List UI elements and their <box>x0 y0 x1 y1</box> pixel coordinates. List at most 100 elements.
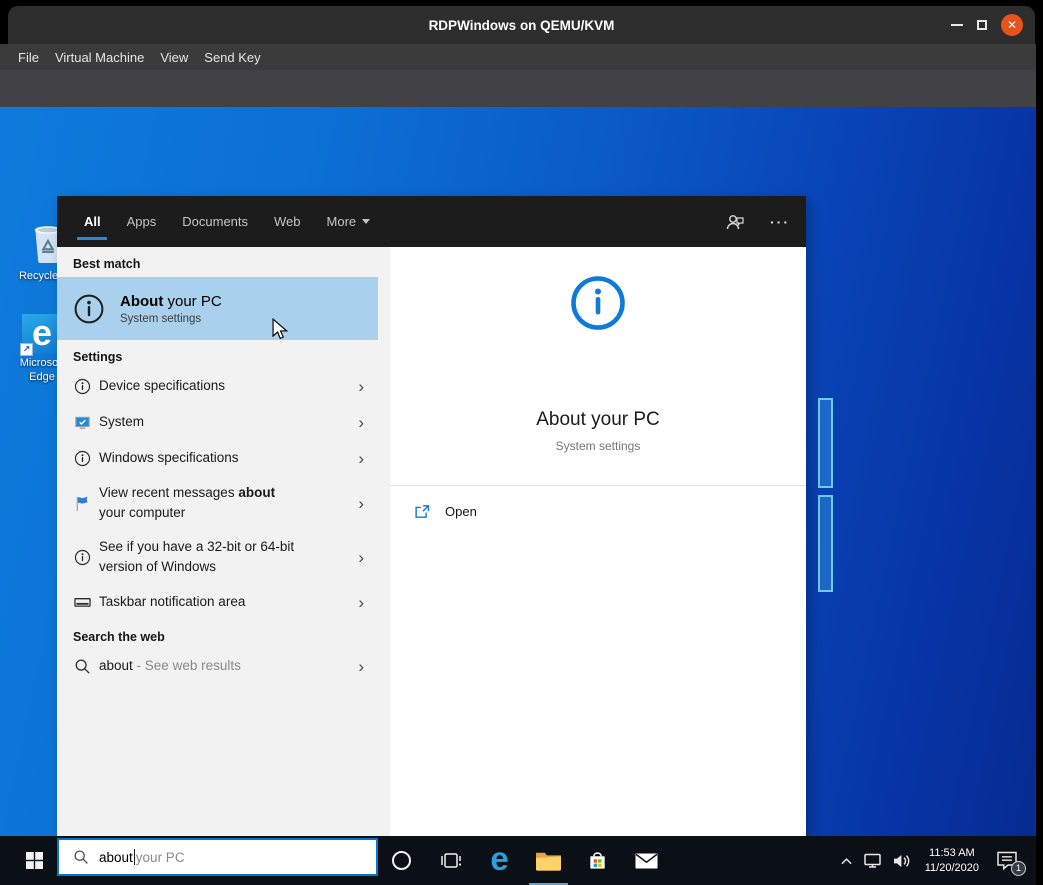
chevron-right-icon: › <box>358 450 364 467</box>
caret-down-icon <box>362 219 370 224</box>
text-part: Device specifications <box>99 378 225 393</box>
chevron-right-icon: › <box>358 378 364 395</box>
chevron-right-icon: › <box>358 495 364 512</box>
settings-results-list: Device specifications›System›Windows spe… <box>57 368 390 620</box>
user-account-icon[interactable] <box>724 211 746 233</box>
search-icon <box>73 849 89 865</box>
text-part: See if you have a 32-bit or 64-bit <box>99 539 294 554</box>
notification-badge: 1 <box>1011 861 1026 876</box>
taskbar-search-input[interactable]: aboutyour PC <box>57 838 378 876</box>
menu-item-file[interactable]: File <box>18 50 39 65</box>
tab-all[interactable]: All <box>84 196 101 247</box>
settings-result-row[interactable]: System › <box>57 404 378 440</box>
vm-window-titlebar[interactable]: RDPWindows on QEMU/KVM ✕ <box>8 6 1035 44</box>
maximize-button[interactable] <box>977 20 987 30</box>
expand-tray-chevron-icon[interactable] <box>840 856 853 866</box>
settings-result-row[interactable]: View recent messages about your computer › <box>57 476 378 530</box>
system-tray: 11:53 AM 11/20/2020 1 <box>840 836 1022 885</box>
mail-button[interactable] <box>622 836 671 885</box>
tab-apps[interactable]: Apps <box>127 196 157 247</box>
flag-icon <box>74 495 91 512</box>
result-label: System <box>99 412 144 432</box>
cortana-icon <box>392 851 411 870</box>
chevron-right-icon: › <box>358 658 364 675</box>
tab-label: Apps <box>127 214 157 229</box>
chevron-right-icon: › <box>358 549 364 566</box>
network-icon[interactable] <box>862 852 883 869</box>
file-explorer-button[interactable] <box>524 836 573 885</box>
tab-label: All <box>84 214 101 229</box>
search-header-actions: ··· <box>724 196 806 247</box>
best-match-subtitle: System settings <box>120 313 222 325</box>
text-part: about <box>99 658 133 673</box>
shortcut-arrow-icon: ↗ <box>20 343 33 356</box>
settings-result-row[interactable]: Device specifications › <box>57 368 378 404</box>
search-preview-pane: About your PC System settings Open <box>390 247 806 836</box>
windows-taskbar: aboutyour PC e <box>0 836 1036 885</box>
info-circle-icon <box>74 378 91 395</box>
volume-icon[interactable] <box>892 853 912 869</box>
menu-bar: File Virtual Machine View Send Key <box>0 44 1036 70</box>
menu-item-send-key[interactable]: Send Key <box>204 50 260 65</box>
web-result-row[interactable]: about - See web results › <box>57 648 378 684</box>
time: 11:53 AM <box>925 846 979 861</box>
text-part: your computer <box>99 505 185 520</box>
result-label: about - See web results <box>99 656 241 676</box>
settings-result-row[interactable]: Taskbar notification area› <box>57 584 378 620</box>
search-tab-bar: All Apps Documents Web More <box>57 196 806 247</box>
text-part: View recent messages <box>99 485 238 500</box>
system-display-icon <box>74 414 91 431</box>
text-part: Taskbar notification area <box>99 594 245 609</box>
tab-label: More <box>327 214 357 229</box>
settings-header: Settings <box>57 340 390 368</box>
edge-taskbar-button[interactable]: e <box>475 836 524 885</box>
window-controls: ✕ <box>951 6 1023 44</box>
task-view-icon <box>440 852 462 870</box>
wallpaper-window-pane <box>818 495 833 592</box>
preview-subtitle: System settings <box>390 439 806 453</box>
store-button[interactable] <box>573 836 622 885</box>
text-part: about <box>238 485 275 500</box>
preview-title: About your PC <box>390 409 806 431</box>
screen-edge <box>1036 0 1043 885</box>
text-part: About <box>120 293 163 310</box>
settings-result-row[interactable]: Windows specifications › <box>57 440 378 476</box>
minimize-button[interactable] <box>951 24 963 26</box>
menu-item-view[interactable]: View <box>160 50 188 65</box>
screen: RDPWindows on QEMU/KVM ✕ File Virtual Mac… <box>0 0 1043 885</box>
action-center-button[interactable]: 1 <box>992 845 1022 877</box>
taskbar-icon <box>74 594 91 611</box>
settings-result-row[interactable]: See if you have a 32-bit or 64-bitversio… <box>57 530 378 584</box>
cortana-button[interactable] <box>377 836 426 885</box>
best-match-header: Best match <box>57 247 390 275</box>
date: 11/20/2020 <box>925 861 979 876</box>
task-view-button[interactable] <box>426 836 475 885</box>
more-options-icon[interactable]: ··· <box>770 214 790 230</box>
text-part: System <box>99 414 144 429</box>
result-label: View recent messages about your computer <box>99 483 275 524</box>
edge-tile-icon: e ↗ <box>22 314 62 354</box>
best-match-result[interactable]: About your PC System settings <box>57 277 378 340</box>
info-circle-icon <box>73 293 105 325</box>
clock[interactable]: 11:53 AM 11/20/2020 <box>925 846 979 876</box>
close-button[interactable]: ✕ <box>1001 14 1023 36</box>
tab-more[interactable]: More <box>327 196 371 247</box>
chevron-right-icon: › <box>358 414 364 431</box>
info-circle-icon <box>74 549 91 566</box>
window-title: RDPWindows on QEMU/KVM <box>429 18 615 33</box>
tab-web[interactable]: Web <box>274 196 301 247</box>
text-part: Windows specifications <box>99 450 239 465</box>
search-suggestion-text: your PC <box>136 850 185 865</box>
open-action[interactable]: Open <box>414 503 477 520</box>
start-button[interactable] <box>12 836 56 885</box>
wallpaper-window-pane <box>818 398 833 488</box>
info-circle-icon <box>74 450 91 467</box>
result-label: Taskbar notification area <box>99 592 245 612</box>
text-cursor <box>134 849 135 865</box>
tab-documents[interactable]: Documents <box>182 196 248 247</box>
open-label: Open <box>445 504 477 519</box>
search-icon <box>74 658 91 675</box>
mouse-cursor <box>270 318 290 340</box>
windows-logo-icon <box>26 852 43 869</box>
menu-item-virtual-machine[interactable]: Virtual Machine <box>55 50 144 65</box>
